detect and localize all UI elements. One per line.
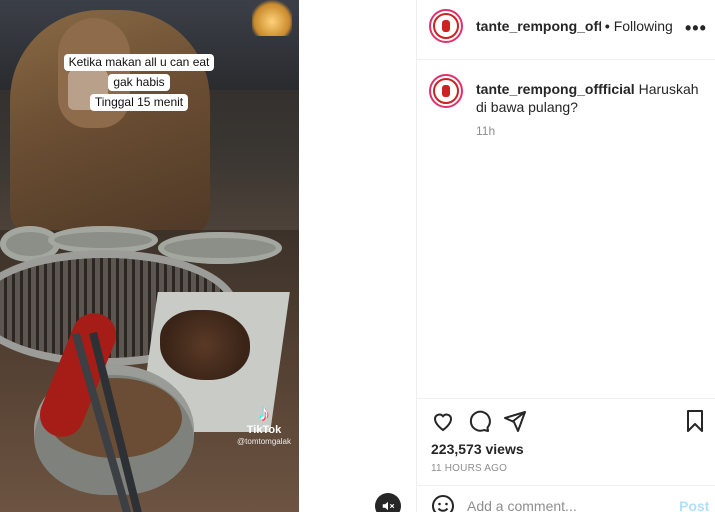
video-plate-right: [158, 232, 282, 264]
view-count[interactable]: 223,573 views: [431, 441, 524, 457]
video-plate-center: [48, 226, 158, 254]
header-separator: •: [604, 18, 610, 34]
share-icon[interactable]: [503, 409, 527, 433]
caption-line: gak habis: [108, 74, 170, 91]
comment-username[interactable]: tante_rempong_offficial: [476, 81, 635, 97]
tiktok-watermark: ♪ TikTok @tomtomgalak: [234, 402, 294, 447]
add-comment-row: Post: [417, 485, 715, 512]
avatar-logo-icon: [433, 13, 459, 39]
header-username[interactable]: tante_rempong_offficial: [476, 18, 601, 34]
add-comment-input[interactable]: [467, 498, 657, 512]
caption-line: Tinggal 15 menit: [89, 94, 189, 111]
instagram-post-modal: Ketika makan all u can eat gak habis Tin…: [0, 0, 715, 512]
mute-button[interactable]: [375, 493, 401, 512]
post-button[interactable]: Post: [679, 498, 709, 512]
muted-speaker-icon: [382, 501, 395, 511]
avatar-logo-icon: [433, 78, 459, 104]
post-side-panel: tante_rempong_offficial • Following ••• …: [416, 0, 715, 512]
media-area: Ketika makan all u can eat gak habis Tin…: [0, 0, 416, 512]
tiktok-logo-icon: ♪: [258, 400, 270, 425]
video-caption: Ketika makan all u can eat gak habis Tin…: [57, 53, 221, 113]
bookmark-icon[interactable]: [683, 409, 707, 433]
post-actions: 223,573 views 11 HOURS AGO Post: [417, 398, 715, 512]
header-user-line: tante_rempong_offficial • Following: [476, 18, 673, 34]
tiktok-brand: TikTok: [246, 424, 282, 436]
tiktok-username: @tomtomgalak: [237, 437, 291, 446]
comment-icon[interactable]: [467, 409, 491, 433]
following-button[interactable]: Following: [614, 18, 673, 34]
comment-time[interactable]: 11h: [476, 124, 495, 138]
comment-body: tante_rempong_offficial Haruskah di bawa…: [476, 80, 701, 116]
caption-line: Ketika makan all u can eat: [63, 54, 215, 71]
video-lamp: [252, 0, 292, 36]
video-meat: [160, 310, 250, 380]
avatar[interactable]: [429, 9, 463, 43]
video-person: [10, 10, 210, 240]
post-video[interactable]: Ketika makan all u can eat gak habis Tin…: [0, 0, 299, 512]
comment-avatar[interactable]: [429, 74, 463, 108]
heart-icon[interactable]: [431, 409, 455, 433]
posted-time[interactable]: 11 HOURS AGO: [431, 463, 507, 474]
post-header: tante_rempong_offficial • Following •••: [417, 0, 715, 60]
more-options-icon[interactable]: •••: [685, 18, 707, 39]
emoji-icon[interactable]: [431, 494, 455, 512]
